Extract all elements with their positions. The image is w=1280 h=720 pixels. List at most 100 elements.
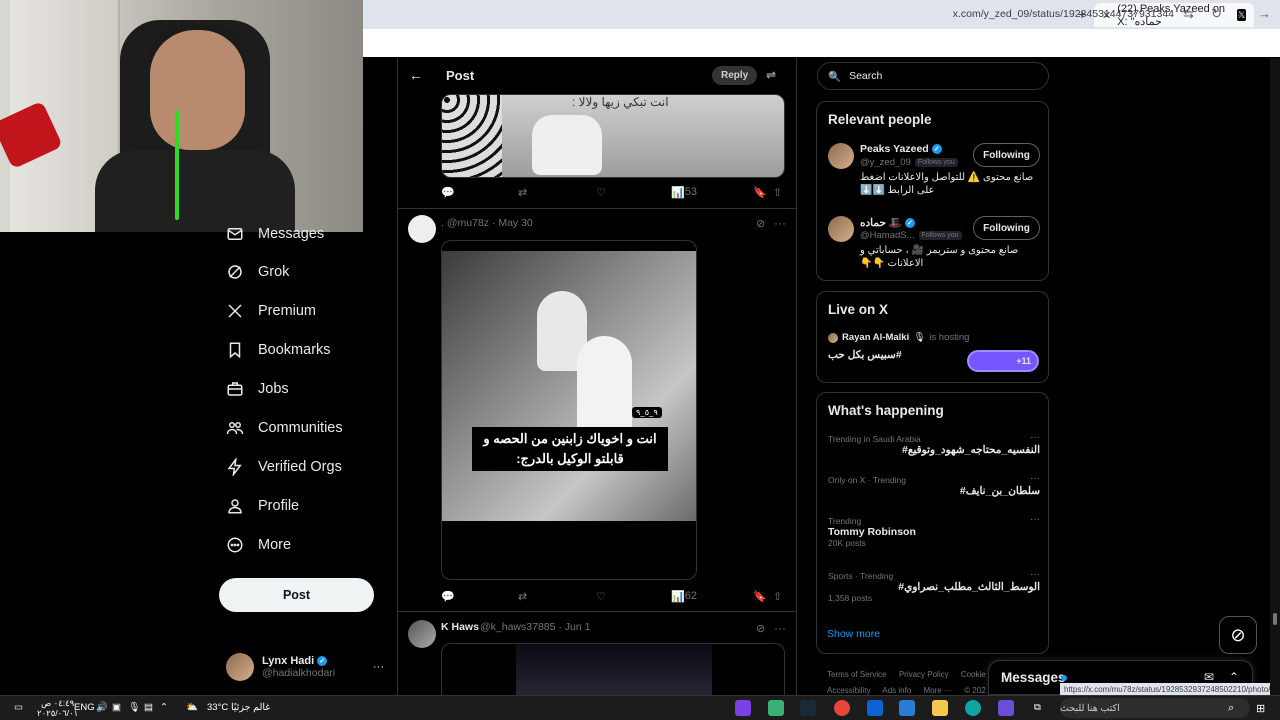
more-icon[interactable]: ··· — [1030, 514, 1040, 525]
verified-badge-icon: ✓ — [931, 144, 942, 154]
app-icon[interactable] — [768, 700, 784, 716]
person-card[interactable]: Peaks Yazeed ✓ @y_zed_09 Follows you صانع … — [828, 143, 1040, 203]
volume-icon[interactable]: 🔊 — [96, 702, 108, 713]
post-meta[interactable]: @k_haws37885 · Jun 1 — [480, 621, 590, 633]
person-card[interactable]: حماده 🎩 ✓ @HamadS... Follows you صانع محتو… — [828, 216, 1040, 276]
nav-jobs[interactable]: Jobs — [226, 374, 289, 404]
nav-messages[interactable]: Messages — [226, 219, 324, 249]
clock-date[interactable]: ٢٠٢٥/٠٦/٠١ — [37, 708, 78, 718]
post-meta[interactable]: . @mu78z · May 30 — [441, 217, 533, 229]
more-icon[interactable]: ··· — [373, 661, 384, 673]
taskbar-search[interactable]: اكتب هنا للبحث — [1060, 698, 1250, 718]
scrollbar[interactable] — [1270, 58, 1280, 695]
mic-icon[interactable]: 🎙 — [128, 702, 140, 713]
weather-icon[interactable]: ⛅ — [186, 702, 198, 713]
reply-icon[interactable]: 💬 — [441, 590, 455, 603]
grok-icon[interactable]: ⊘ — [1219, 616, 1257, 654]
nav-bookmarks[interactable]: Bookmarks — [226, 335, 331, 365]
footer-link[interactable]: Accessibility — [827, 686, 871, 695]
more-icon[interactable]: ··· — [774, 621, 786, 635]
views-count[interactable]: 📊 53 — [671, 186, 697, 199]
back-icon[interactable]: ← — [1235, 6, 1248, 21]
nav-communities[interactable]: Communities — [226, 413, 343, 443]
account-switcher[interactable]: Lynx Hadi ✓ @hadialkhodari ··· — [226, 650, 384, 684]
nav-grok[interactable]: Grok — [226, 257, 289, 287]
more-icon[interactable]: ··· — [1030, 569, 1040, 580]
show-more-link[interactable]: Show more — [827, 628, 880, 640]
following-button[interactable]: Following — [973, 216, 1040, 240]
trend-item[interactable]: Sports · Trending #الوسط_الثالث_مطلب_نصر… — [828, 569, 1040, 603]
outlook-icon[interactable] — [867, 700, 883, 716]
trend-item[interactable]: Only on X · Trending #سلطان_بن_نايف ··· — [828, 473, 1040, 497]
search-icon: 🔍 — [828, 70, 842, 83]
bookmark-icon[interactable]: 🔖 — [753, 186, 767, 199]
windows-start-icon[interactable]: ⊞ — [1256, 702, 1265, 715]
trend-context: Trending in Saudi Arabia — [828, 434, 921, 444]
reply-button[interactable]: Reply — [712, 66, 758, 85]
bookmark-icon[interactable]: 🔖 — [753, 590, 767, 603]
search-icon[interactable]: ⌕ — [1228, 702, 1234, 715]
more-icon[interactable]: ··· — [1030, 432, 1040, 443]
grok-icon[interactable]: ⊘ — [756, 217, 765, 230]
filter-icon[interactable]: ⇌ — [766, 68, 776, 82]
footer-link[interactable]: Privacy Policy — [899, 670, 949, 679]
chrome-icon[interactable] — [834, 700, 850, 716]
reply-icon[interactable]: 💬 — [441, 186, 455, 199]
new-message-icon[interactable]: ✉ — [1204, 670, 1214, 684]
file-explorer-icon[interactable] — [932, 700, 948, 716]
site-settings-icon[interactable]: ⇆ — [1183, 6, 1194, 22]
search-input[interactable]: 🔍 Search — [817, 62, 1049, 90]
avatar[interactable] — [408, 620, 436, 648]
steam-icon[interactable] — [800, 700, 816, 716]
like-icon[interactable]: ♡ — [596, 186, 606, 199]
following-button[interactable]: Following — [973, 143, 1040, 167]
back-arrow-icon[interactable]: ← — [409, 67, 423, 83]
nav-more[interactable]: More — [226, 530, 291, 560]
address-bar[interactable] — [363, 29, 1280, 57]
trend-item[interactable]: Trending Tommy Robinson 20K posts ··· — [828, 514, 1040, 548]
grok-icon[interactable]: ⊘ — [756, 622, 765, 635]
footer-link[interactable]: More ··· — [924, 686, 952, 695]
weather-temp[interactable]: 33°C — [207, 702, 228, 713]
post-author[interactable]: K Haws — [441, 621, 479, 633]
app-icon[interactable] — [735, 700, 751, 716]
app-icon[interactable] — [998, 700, 1014, 716]
like-icon[interactable]: ♡ — [596, 590, 606, 603]
avatar[interactable] — [408, 215, 436, 243]
nav-verified-orgs[interactable]: Verified Orgs — [226, 452, 342, 482]
more-icon[interactable]: ··· — [1030, 473, 1040, 484]
clock-time[interactable]: ٠٤:٤٩ ص — [37, 698, 78, 708]
post-video[interactable]: ٩_٥_٩ انت و اخوياك زابنين من الحصه و قاب… — [441, 240, 697, 580]
language-indicator[interactable]: ENG — [74, 702, 95, 713]
repost-icon[interactable]: ⇄ — [518, 590, 527, 603]
task-view-icon[interactable]: ⧉ — [1034, 702, 1041, 713]
post-button[interactable]: Post — [219, 578, 374, 612]
post-video[interactable] — [441, 643, 785, 695]
views-count[interactable]: 📊 62 — [671, 590, 697, 603]
weather-label[interactable]: غالم جزئيًا — [231, 702, 270, 713]
footer-link[interactable]: Ads info — [882, 686, 911, 695]
notification-icon[interactable]: ▭ — [14, 702, 23, 713]
post-image[interactable]: انت تبكي زيها ولالا : — [441, 94, 785, 178]
repost-icon[interactable]: ⇄ — [518, 186, 527, 199]
share-icon[interactable]: ⇧ — [773, 590, 782, 603]
live-on-x-panel[interactable]: Live on X Rayan Al-Malki 🎙 is hosting #س… — [816, 291, 1049, 383]
url-text[interactable]: x.com/y_zed_09/status/192845314473793134… — [953, 8, 1174, 20]
calendar-icon[interactable] — [899, 700, 915, 716]
person-handle: @HamadS... — [860, 230, 915, 241]
share-icon[interactable]: ⇧ — [773, 186, 782, 199]
nav-premium[interactable]: Premium — [226, 296, 316, 326]
network-icon[interactable]: ▣ — [112, 702, 121, 713]
expand-icon[interactable]: ⌃ — [1229, 670, 1239, 684]
edge-icon[interactable] — [965, 700, 981, 716]
nav-profile[interactable]: Profile — [226, 491, 299, 521]
battery-icon[interactable]: ▤ — [144, 702, 153, 713]
trend-item[interactable]: Trending in Saudi Arabia #النفسيه_محتاجه… — [828, 432, 1040, 456]
trend-count: 20K posts — [828, 538, 866, 548]
post-actions: 💬 ⇄ ♡ 📊 62 🔖 ⇧ — [441, 590, 785, 606]
forward-icon[interactable]: → — [1258, 6, 1271, 21]
reload-icon[interactable]: ↻ — [1211, 6, 1222, 22]
chevron-up-icon[interactable]: ⌃ — [160, 702, 168, 713]
footer-link[interactable]: Terms of Service — [827, 670, 887, 679]
more-icon[interactable]: ··· — [774, 216, 786, 230]
